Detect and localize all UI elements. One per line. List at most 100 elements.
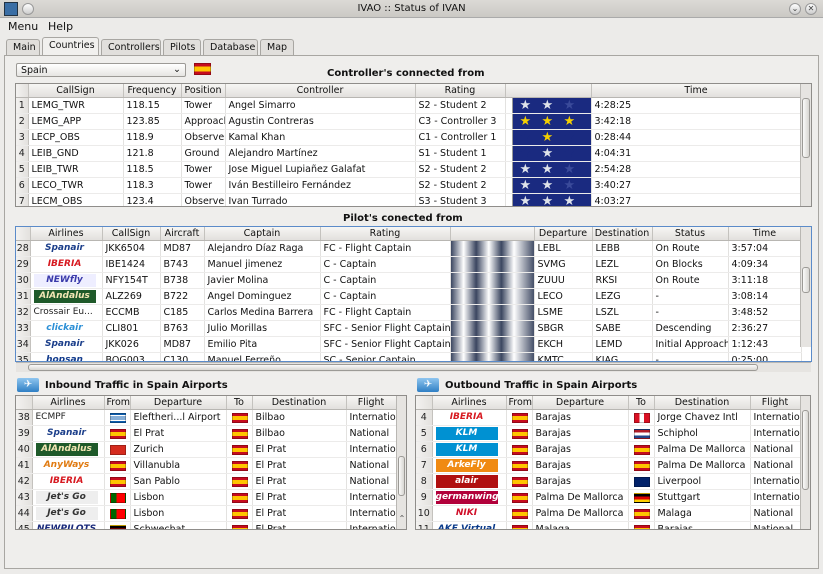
table-row[interactable]: 2LEMG_APP123.85ApproachAgustin Contreras…: [16, 113, 802, 130]
column-header-callsign[interactable]: CallSign: [28, 84, 124, 98]
table-row[interactable]: 1 LEMG_TWR 118.15 Tower Angel Simarro S2 - St…: [16, 97, 802, 114]
column-header-from[interactable]: From: [506, 396, 533, 410]
table-row[interactable]: 8alair Barajas LiverpoolInternational: [416, 473, 801, 490]
column-header-callsign[interactable]: CallSign: [102, 227, 161, 241]
row-number: 40: [16, 441, 33, 458]
scroll-thumb[interactable]: [802, 267, 810, 293]
rating-badge-icon: ★ ★ ★: [505, 97, 590, 112]
pilots-scrollbar[interactable]: [800, 227, 811, 347]
table-row[interactable]: 5 LEIB_TWR 118.5 Tower Jose Miguel Lupiañez …: [16, 161, 802, 178]
column-header-time[interactable]: Time: [728, 227, 802, 241]
table-row[interactable]: 28 Spanair JKK6504 MD87 Alejandro Díaz Raga F…: [16, 240, 802, 257]
column-header-rating[interactable]: Rating: [415, 84, 506, 98]
column-header-departure[interactable]: Departure: [534, 227, 593, 241]
scroll-thumb[interactable]: [802, 98, 810, 158]
column-header-departure[interactable]: Departure: [130, 396, 227, 410]
table-row[interactable]: 33 clickair CLI801 B763 Julio Morillas SFC - …: [16, 320, 802, 337]
table-row[interactable]: 7 LECM_OBS 123.4 Observer Ivan Turrado S3 - S…: [16, 193, 802, 206]
column-header-aircraft[interactable]: Aircraft: [160, 227, 205, 241]
table-row[interactable]: 40AlAndalus Zurich El PratInternational: [16, 441, 397, 458]
tab-database[interactable]: Database: [203, 39, 258, 55]
table-row[interactable]: 10 NIKI Palma De Mallorca Malaga National: [416, 505, 801, 522]
table-row[interactable]: 30 NEWfly NFY154T B738 Javier Molina C - Capt…: [16, 272, 802, 289]
outbound-scrollbar[interactable]: [800, 396, 810, 529]
table-row[interactable]: 45NEWPILOTS Schwechat El PratInternational: [16, 521, 397, 529]
menu-help[interactable]: Help: [48, 20, 73, 33]
controllers-scrollbar[interactable]: [800, 84, 811, 206]
column-header-airlines[interactable]: Airlines: [30, 227, 103, 241]
column-header-destination[interactable]: Destination: [654, 396, 751, 410]
rating-cell: C - Captain: [320, 272, 451, 289]
table-row[interactable]: 11 AKE Virtual Malaga Barajas National: [416, 521, 801, 529]
flight-type-cell: National: [750, 505, 801, 522]
table-row[interactable]: 3 LECP_OBS 118.9 Observer Kamal Khan C1 - Con…: [16, 129, 802, 146]
column-header-rating[interactable]: Rating: [320, 227, 451, 241]
table-row[interactable]: 32 Crossair Eu... ECCMB C185 Carlos Medina B…: [16, 304, 802, 321]
pilot-rating-badge-cell: [450, 256, 535, 273]
tab-countries[interactable]: Countries: [42, 37, 99, 55]
menu-menu[interactable]: Menu: [8, 20, 38, 33]
table-row[interactable]: 4 LEIB_GND 121.8 Ground Alejandro Martínez S1…: [16, 145, 802, 162]
scroll-up-icon[interactable]: ⌃: [397, 514, 407, 523]
table-row[interactable]: 4 IBERIA Barajas Jorge Chavez Intl Internati…: [416, 409, 801, 426]
tab-pilots[interactable]: Pilots: [163, 39, 201, 55]
tab-main[interactable]: Main: [6, 39, 40, 55]
scroll-thumb[interactable]: [802, 410, 809, 490]
column-header-destination[interactable]: Destination: [252, 396, 347, 410]
table-row[interactable]: 31 AlAndalus ALZ269 B722 Angel Dominguez C - …: [16, 288, 802, 305]
pilots-hscrollbar[interactable]: [16, 362, 811, 372]
table-row[interactable]: 35 hopsan BOG003 C130 Manuel Ferreño SC - Sen…: [16, 352, 802, 361]
column-header-departure[interactable]: Departure: [532, 396, 629, 410]
controllers-table[interactable]: CallSign Frequency Position Controller R…: [15, 83, 812, 207]
table-row[interactable]: 29 IBERIA IBE1424 B743 Manuel jimenez C - Cap…: [16, 256, 802, 273]
table-row[interactable]: 41 AnyWays Villanubla El Prat National: [16, 457, 397, 474]
tab-controllers[interactable]: Controllers: [101, 39, 161, 55]
scroll-thumb[interactable]: [28, 364, 758, 371]
table-row[interactable]: 34 Spanair JKK026 MD87 Emilio Pita SFC - Seni…: [16, 336, 802, 353]
outbound-table[interactable]: Airlines From Departure To Destination F…: [415, 395, 811, 530]
tab-map[interactable]: Map: [260, 39, 294, 55]
column-header-flight[interactable]: Flight: [750, 396, 801, 410]
column-header-position[interactable]: Position: [181, 84, 226, 98]
table-row[interactable]: 38 ECMPF Eleftheri...l Airport Bilbao Intern…: [16, 409, 397, 426]
close-button[interactable]: ✕: [805, 3, 817, 15]
inbound-scrollbar[interactable]: ⌃: [396, 396, 406, 529]
star-icon: ★: [541, 129, 554, 145]
column-header-time[interactable]: Time: [591, 84, 802, 98]
country-select[interactable]: Spain ⌄: [16, 63, 186, 77]
airline-cell: Crossair Eu...: [30, 304, 103, 321]
table-row[interactable]: 6 LECO_TWR 118.3 Tower Iván Bestilleiro Fern…: [16, 177, 802, 194]
column-header-to[interactable]: To: [226, 396, 253, 410]
row-number: 32: [16, 304, 31, 321]
badge-strip: [505, 145, 513, 160]
table-row[interactable]: 42 IBERIA San Pablo El Prat National: [16, 473, 397, 490]
column-header-airlines[interactable]: Airlines: [32, 396, 105, 410]
destination-cell: Stuttgart: [654, 489, 751, 506]
table-row[interactable]: 5KLM Barajas SchipholInternational: [416, 425, 801, 442]
pilots-table[interactable]: Airlines CallSign Aircraft Captain Ratin…: [15, 226, 812, 362]
airplane-icon: ✈: [17, 378, 39, 392]
airline-cell: Jet's Go: [32, 489, 105, 506]
table-row[interactable]: 7 ArkeFly Barajas Palma De Mallorca National: [416, 457, 801, 474]
column-header-to[interactable]: To: [628, 396, 655, 410]
column-header-destination[interactable]: Destination: [592, 227, 653, 241]
inbound-table[interactable]: Airlines From Departure To Destination F…: [15, 395, 407, 530]
table-row[interactable]: 9 germanwings Palma De Mallorca Stuttgart In…: [416, 489, 801, 506]
column-header-airlines[interactable]: Airlines: [432, 396, 507, 410]
table-row[interactable]: 43Jet's Go Lisbon El PratInternational: [16, 489, 397, 506]
scroll-thumb[interactable]: [398, 456, 405, 496]
minimize-button[interactable]: ⌄: [789, 3, 801, 15]
column-header-rating-image[interactable]: [505, 84, 592, 98]
table-row[interactable]: 6 KLM Barajas Palma De Mallorca National: [416, 441, 801, 458]
column-header-frequency[interactable]: Frequency: [123, 84, 182, 98]
column-header-status[interactable]: Status: [652, 227, 729, 241]
column-header-rating-image[interactable]: [450, 227, 535, 241]
destination-cell: Barajas: [654, 521, 751, 529]
table-row[interactable]: 44Jet's Go Lisbon El PratInternational: [16, 505, 397, 522]
from-flag-cell: [104, 409, 131, 426]
column-header-flight[interactable]: Flight: [346, 396, 397, 410]
table-row[interactable]: 39 Spanair El Prat Bilbao National: [16, 425, 397, 442]
column-header-from[interactable]: From: [104, 396, 131, 410]
column-header-captain[interactable]: Captain: [204, 227, 321, 241]
column-header-controller[interactable]: Controller: [225, 84, 416, 98]
